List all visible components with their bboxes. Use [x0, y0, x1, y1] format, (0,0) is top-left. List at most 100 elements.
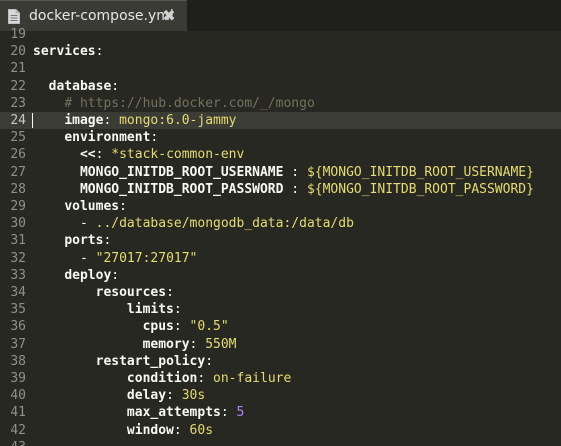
code-token: <<	[79, 147, 96, 163]
line-number: 38	[10, 353, 26, 369]
line-text: MONGO_INITDB_ROOT_USERNAME : ${MONGO_INI…	[33, 164, 534, 181]
code-line[interactable]: 35 limits:	[0, 301, 561, 318]
code-line[interactable]: 20 services:	[0, 43, 561, 60]
code-line[interactable]: 40 delay: 30s	[0, 387, 561, 404]
code-token: # https://hub.docker.com/_/mongo	[64, 95, 315, 111]
code-line[interactable]: 27 MONGO_INITDB_ROOT_USERNAME : ${MONGO_…	[0, 164, 561, 181]
code-line[interactable]: 34 resources:	[0, 284, 561, 301]
code-token: "27017:27017"	[95, 250, 198, 266]
line-text: - ../database/mongodb_data:/data/db	[33, 215, 354, 232]
code-line[interactable]: 42 window: 60s	[0, 422, 561, 439]
code-token: 5	[236, 405, 245, 421]
code-token: :	[173, 302, 182, 318]
line-number: 43	[0, 439, 26, 446]
line-number: 22	[10, 78, 26, 94]
code-line[interactable]: 43	[0, 439, 561, 446]
code-token: on-failure	[213, 371, 292, 386]
code-line[interactable]: 19	[0, 26, 561, 43]
code-token: environment	[64, 130, 151, 146]
code-editor[interactable]: docker-compose.yml ✖ 19 20 services: 21 22 d…	[0, 0, 561, 446]
code-token: services	[33, 44, 96, 60]
line-text: volumes:	[33, 198, 127, 215]
line-text: - "27017:27017"	[33, 250, 197, 267]
code-line[interactable]: 28 MONGO_INITDB_ROOT_PASSWORD : ${MONGO_…	[0, 181, 561, 198]
code-token: :	[205, 353, 214, 369]
code-token: condition	[126, 371, 198, 386]
code-line[interactable]: 32 - "27017:27017"	[0, 250, 561, 267]
line-text: <<: *stack-common-env	[33, 146, 244, 163]
line-text: image: mongo:6.0-jammy	[33, 112, 237, 129]
file-icon	[8, 9, 20, 24]
code-token: "0.5"	[189, 319, 229, 335]
code-line[interactable]: 31 ports:	[0, 232, 561, 249]
line-number: 26	[10, 147, 26, 163]
code-line[interactable]: 30 - ../database/mongodb_data:/data/db	[0, 215, 561, 232]
code-line[interactable]: 38 restart_policy:	[0, 353, 561, 370]
code-token: 550M	[205, 336, 237, 352]
code-token: cpus	[142, 319, 174, 335]
line-text: database:	[33, 78, 119, 95]
line-number: 25	[10, 130, 26, 146]
line-number: 37	[10, 336, 26, 352]
line-number: 21	[10, 61, 26, 77]
code-token: :	[189, 336, 206, 352]
code-token: :	[166, 285, 174, 300]
code-token: deploy	[64, 267, 112, 283]
code-line[interactable]: 29 volumes:	[0, 198, 561, 215]
code-token: database	[48, 78, 112, 94]
code-line[interactable]: 22 database:	[0, 78, 561, 95]
code-token: :	[283, 164, 307, 180]
line-text: limits:	[33, 301, 182, 318]
code-line[interactable]: 23 # https://hub.docker.com/_/mongo	[0, 95, 561, 112]
line-text: deploy:	[33, 267, 119, 284]
line-number: 23	[10, 95, 26, 111]
line-text: ports:	[33, 232, 111, 249]
line-number: 42	[10, 422, 26, 438]
code-token: mongo:6.0-jammy	[119, 113, 237, 128]
code-token: ports	[64, 233, 104, 249]
code-line[interactable]: 37 memory: 550M	[0, 336, 561, 353]
line-number: 24	[10, 113, 26, 128]
code-token: ${MONGO_INITDB_ROOT_USERNAME}	[306, 164, 534, 180]
line-text: environment:	[33, 129, 158, 146]
code-token: limits	[126, 302, 174, 318]
line-number: 33	[10, 267, 26, 283]
code-token: resources	[95, 285, 167, 300]
code-line[interactable]: 25 environment:	[0, 129, 561, 146]
line-number: 40	[10, 388, 26, 404]
line-number: 30	[10, 216, 26, 232]
line-number: 20	[10, 44, 26, 60]
code-token: volumes	[64, 199, 120, 214]
line-number: 35	[10, 302, 26, 318]
line-text: memory: 550M	[33, 336, 237, 353]
line-number: 27	[10, 164, 26, 180]
code-line[interactable]: 41 max_attempts: 5	[0, 404, 561, 421]
code-token: window	[126, 422, 174, 438]
code-token: :	[283, 181, 307, 197]
code-token: image	[64, 113, 104, 128]
code-token: 60s	[189, 422, 214, 438]
code-line[interactable]: 33 deploy:	[0, 267, 561, 284]
code-token: :	[111, 78, 120, 94]
line-text: restart_policy:	[33, 353, 213, 370]
tab-title: docker-compose.yml	[29, 8, 174, 24]
line-number: 39	[10, 371, 26, 386]
code-line[interactable]: 39 condition: on-failure	[0, 370, 561, 387]
code-token: :	[173, 319, 190, 335]
code-line[interactable]: 26 <<: *stack-common-env	[0, 146, 561, 163]
code-token: :	[220, 405, 237, 421]
line-text: max_attempts: 5	[33, 404, 244, 421]
close-icon[interactable]: ✖	[160, 6, 178, 26]
code-token: :	[166, 388, 182, 404]
code-token: delay	[126, 388, 167, 404]
line-text: MONGO_INITDB_ROOT_PASSWORD : ${MONGO_INI…	[33, 181, 534, 198]
line-text: window: 60s	[33, 422, 213, 439]
text-cursor	[32, 113, 33, 128]
line-number: 28	[10, 181, 26, 197]
code-line[interactable]: 21	[0, 60, 561, 77]
code-token: :	[103, 233, 112, 249]
code-line[interactable]: 24 image: mongo:6.0-jammy	[0, 112, 561, 130]
code-token: :	[150, 130, 159, 146]
code-line[interactable]: 36 cpus: "0.5"	[0, 318, 561, 335]
code-area[interactable]: 19 20 services: 21 22 database: 23 # https://…	[0, 27, 561, 446]
